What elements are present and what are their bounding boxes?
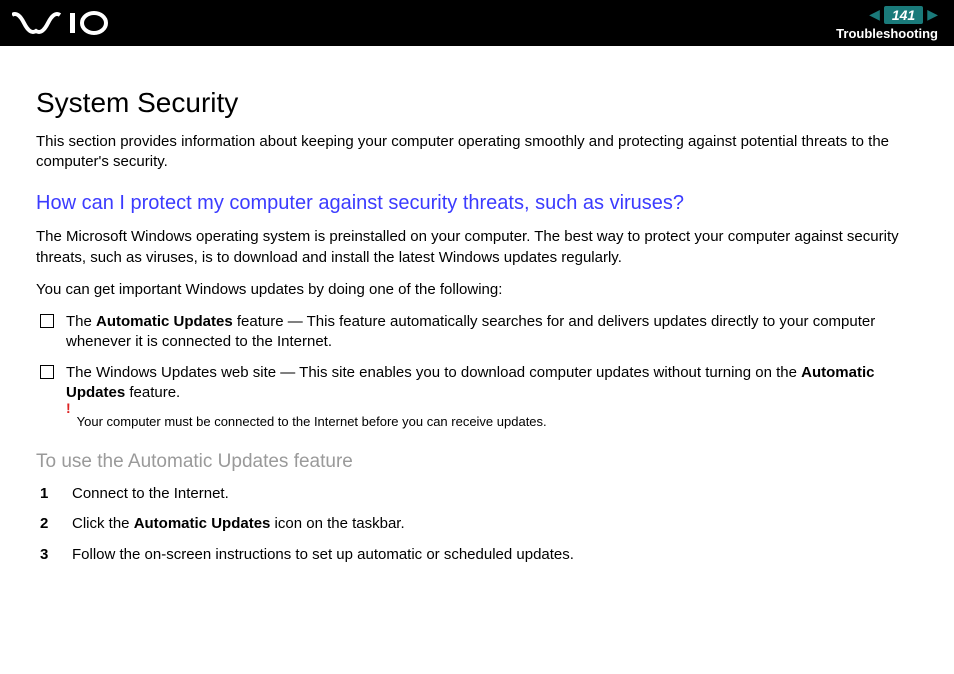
- header-right: ◀ 141 ▶ Troubleshooting: [836, 6, 938, 41]
- content-area: System Security This section provides in…: [0, 46, 954, 565]
- step-text: Follow the on-screen instructions to set…: [72, 545, 574, 565]
- bullet-list: The Automatic Updates feature — This fea…: [36, 312, 918, 403]
- warning-icon: !: [66, 401, 71, 415]
- paragraph-2: You can get important Windows updates by…: [36, 280, 918, 300]
- procedure-heading: To use the Automatic Updates feature: [36, 449, 918, 475]
- bullet-text: The Automatic Updates feature — This fea…: [66, 312, 918, 353]
- step-item: 1 Connect to the Internet.: [36, 484, 918, 504]
- breadcrumb: Troubleshooting: [836, 26, 938, 41]
- paragraph-1: The Microsoft Windows operating system i…: [36, 227, 918, 268]
- page-number-badge: 141: [884, 6, 923, 24]
- bullet-item: The Windows Updates web site — This site…: [36, 363, 918, 404]
- square-bullet-icon: [40, 365, 54, 379]
- step-number: 3: [40, 545, 54, 565]
- vaio-logo-icon: [12, 11, 122, 35]
- step-item: 2 Click the Automatic Updates icon on th…: [36, 514, 918, 534]
- square-bullet-icon: [40, 314, 54, 328]
- step-number: 1: [40, 484, 54, 504]
- step-item: 3 Follow the on-screen instructions to s…: [36, 545, 918, 565]
- vaio-logo: [12, 8, 122, 38]
- header-bar: ◀ 141 ▶ Troubleshooting: [0, 0, 954, 46]
- note-text: Your computer must be connected to the I…: [77, 413, 547, 431]
- page-title: System Security: [36, 84, 918, 122]
- steps-list: 1 Connect to the Internet. 2 Click the A…: [36, 484, 918, 565]
- nav-prev-icon[interactable]: ◀: [869, 6, 880, 23]
- step-text: Connect to the Internet.: [72, 484, 229, 504]
- intro-text: This section provides information about …: [36, 132, 918, 173]
- bullet-text: The Windows Updates web site — This site…: [66, 363, 918, 404]
- page-nav: ◀ 141 ▶: [869, 6, 938, 24]
- warning-note: ! Your computer must be connected to the…: [66, 413, 918, 431]
- nav-next-icon[interactable]: ▶: [927, 6, 938, 23]
- question-heading: How can I protect my computer against se…: [36, 190, 918, 217]
- bullet-item: The Automatic Updates feature — This fea…: [36, 312, 918, 353]
- step-text: Click the Automatic Updates icon on the …: [72, 514, 405, 534]
- step-number: 2: [40, 514, 54, 534]
